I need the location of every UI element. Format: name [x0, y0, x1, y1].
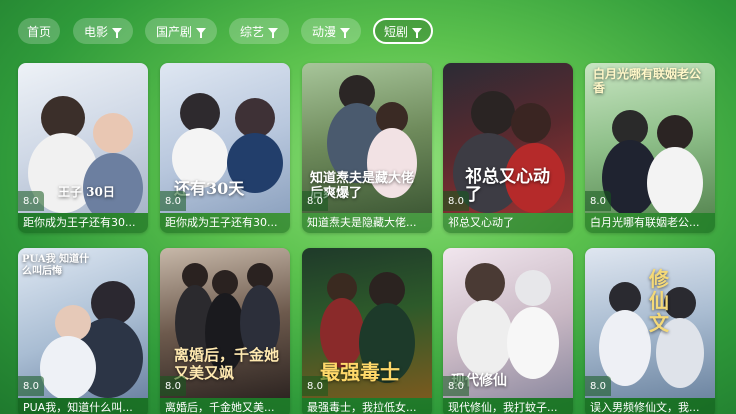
tab-short-drama[interactable]: 短剧	[373, 18, 433, 44]
card-title: 距你成为王子还有30...	[160, 213, 290, 233]
drama-card[interactable]: 白月光哪有联姻老公香 8.0 白月光哪有联姻老公...	[585, 63, 715, 233]
rating-badge: 8.0	[585, 376, 611, 396]
filter-icon	[340, 28, 350, 38]
card-title: PUA我，知道什么叫...	[18, 398, 148, 414]
rating-badge: 8.0	[302, 191, 328, 211]
rating-badge: 8.0	[302, 376, 328, 396]
poster-art-text: PUA我 知道什么叫后悔	[22, 254, 90, 277]
filter-icon	[196, 28, 206, 38]
card-title: 误入男频修仙文，我...	[585, 398, 715, 414]
rating-badge: 8.0	[160, 376, 186, 396]
tab-anime[interactable]: 动漫	[301, 18, 361, 44]
drama-card[interactable]: 王子 30日 8.0 距你成为王子还有30...	[18, 63, 148, 233]
drama-card[interactable]: 祁总又心动了 8.0 祁总又心动了	[443, 63, 573, 233]
filter-icon	[268, 28, 278, 38]
poster-art-text: 王子 30日	[58, 185, 115, 199]
tab-label: 动漫	[311, 24, 336, 39]
tab-variety[interactable]: 综艺	[229, 18, 289, 44]
tab-label: 短剧	[383, 24, 408, 39]
poster-art-text: 最强毒士	[320, 360, 400, 384]
rating-badge: 8.0	[443, 191, 469, 211]
card-title: 祁总又心动了	[443, 213, 573, 233]
drama-card[interactable]: PUA我 知道什么叫后悔 8.0 PUA我，知道什么叫...	[18, 248, 148, 414]
tab-label: 综艺	[239, 24, 264, 39]
poster-art-text: 白月光哪有联姻老公香	[593, 67, 702, 95]
drama-card[interactable]: 最强毒士 8.0 最强毒士，我拉低女...	[302, 248, 432, 414]
tab-label: 首页	[26, 24, 51, 39]
tab-movies[interactable]: 电影	[73, 18, 133, 44]
poster-art-text: 祁总又心动了	[465, 167, 550, 205]
filter-icon	[412, 28, 422, 38]
card-title: 最强毒士，我拉低女...	[302, 398, 432, 414]
card-title: 白月光哪有联姻老公...	[585, 213, 715, 233]
drama-card[interactable]: 修仙文 8.0 误入男频修仙文，我...	[585, 248, 715, 414]
rating-badge: 8.0	[18, 376, 44, 396]
card-title: 离婚后，千金她又美...	[160, 398, 290, 414]
drama-card[interactable]: 还有30天 8.0 距你成为王子还有30...	[160, 63, 290, 233]
drama-card[interactable]: 离婚后，千金她又美又飒 8.0 离婚后，千金她又美...	[160, 248, 290, 414]
drama-card[interactable]: 知道焘夫是藏大佬后爽爆了 8.0 知道焘夫是隐藏大佬...	[302, 63, 432, 233]
rating-badge: 8.0	[160, 191, 186, 211]
drama-card[interactable]: 现代修仙 8.0 现代修仙，我打蚊子...	[443, 248, 573, 414]
rating-badge: 8.0	[18, 191, 44, 211]
rating-badge: 8.0	[443, 376, 469, 396]
tab-label: 电影	[83, 24, 108, 39]
card-title: 知道焘夫是隐藏大佬...	[302, 213, 432, 233]
card-title: 距你成为王子还有30...	[18, 213, 148, 233]
card-title: 现代修仙，我打蚊子...	[443, 398, 573, 414]
poster-art-text: 离婚后，千金她又美又飒	[174, 346, 280, 382]
rating-badge: 8.0	[585, 191, 611, 211]
tab-label: 国产剧	[155, 24, 192, 39]
tab-domestic-series[interactable]: 国产剧	[145, 18, 217, 44]
poster-art-text: 修仙文	[649, 267, 669, 335]
tab-home[interactable]: 首页	[18, 18, 60, 44]
filter-icon	[112, 28, 122, 38]
